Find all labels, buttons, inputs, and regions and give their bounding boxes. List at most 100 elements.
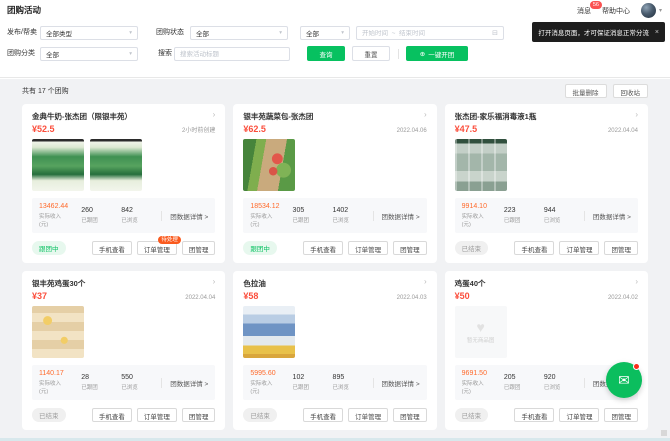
avatar[interactable] [641,3,656,18]
viewed-label: 已浏览 [333,383,361,391]
order-manage-button[interactable]: 订单管理 [348,241,388,255]
order-manage-button[interactable]: 订单管理 [348,408,388,422]
chevron-right-icon[interactable]: › [635,111,638,119]
data-detail-link[interactable]: 团数据详情 > [373,211,420,221]
viewed-value: 920 [544,374,572,381]
status-badge: 跟团中 [32,241,66,255]
group-status-select[interactable]: 全部 ▾ [190,26,288,40]
joined-value: 305 [293,207,321,214]
card-title: 金典牛奶-张杰团（限银丰苑） [32,111,132,122]
group-card: 银丰苑鸡蛋30个 › ¥37 2022.04.04 1140.17实际收入(元)… [22,271,225,430]
phone-view-button[interactable]: 手机查看 [303,408,343,422]
card-date: 2022.04.04 [185,295,215,301]
reset-button-label: 重置 [365,52,378,59]
caret-down-icon: ▾ [279,30,282,36]
income-label: 实际收入(元) [462,379,492,395]
status-badge: 已结束 [243,408,277,422]
phone-view-button[interactable]: 手机查看 [92,408,132,422]
batch-delete-button[interactable]: 批量删除 [565,84,607,98]
total-count-text: 共有 17 个团购 [22,86,69,96]
joined-label: 已跟团 [293,383,321,391]
status-filter-label: 团购状态 [156,26,184,40]
phone-view-button[interactable]: 手机查看 [514,241,554,255]
query-button[interactable]: 查询 [307,46,345,61]
chevron-right-icon[interactable]: › [424,278,427,286]
category-select[interactable]: 全部 ▾ [40,47,138,61]
income-value: 5995.60 [250,370,280,377]
time-scope-select[interactable]: 全部 ▾ [300,26,350,40]
date-range-input[interactable] [362,30,492,37]
order-manage-button[interactable]: 待处理订单管理 [137,241,177,255]
data-detail-link[interactable]: 团数据详情 > [161,211,208,221]
joined-value: 260 [81,207,109,214]
category-value: 全部 [46,49,59,59]
publish-type-select[interactable]: 全部类型 ▾ [40,26,138,40]
income-value: 9914.10 [462,203,492,210]
group-manage-button[interactable]: 团管理 [182,241,216,255]
income-label: 实际收入(元) [250,379,280,395]
product-image [243,139,295,191]
publish-type-value: 全部类型 [46,28,72,38]
group-manage-button[interactable]: 团管理 [604,241,638,255]
plus-circle-icon: ⊕ [420,50,425,58]
phone-view-button[interactable]: 手机查看 [92,241,132,255]
product-image [32,139,84,191]
group-manage-button[interactable]: 团管理 [393,408,427,422]
group-manage-button[interactable]: 团管理 [604,408,638,422]
status-badge: 已结束 [32,408,66,422]
group-manage-button[interactable]: 团管理 [393,241,427,255]
card-stats: 13462.44实际收入(元) 260已跟团 842已浏览 团数据详情 > [32,198,215,233]
unread-dot [633,363,640,370]
divider [398,49,399,59]
messages-tooltip: 打开消息页面，才可保证消息正常分流 × [532,22,665,42]
chevron-right-icon[interactable]: › [635,278,638,286]
viewed-label: 已浏览 [121,383,149,391]
card-title: 鸡蛋40个 [455,278,486,289]
group-manage-button[interactable]: 团管理 [182,408,216,422]
joined-label: 已跟团 [504,216,532,224]
order-manage-button[interactable]: 订单管理 [559,408,599,422]
phone-view-button[interactable]: 手机查看 [303,241,343,255]
order-manage-button[interactable]: 订单管理 [137,408,177,422]
caret-down-icon: ▾ [129,30,132,36]
data-detail-link[interactable]: 团数据详情 > [161,378,208,388]
product-image [243,306,295,358]
viewed-value: 1402 [333,207,361,214]
messages-link[interactable]: 消息 56 [577,6,591,16]
viewed-value: 842 [121,207,149,214]
calendar-icon: ⊟ [492,29,498,37]
income-label: 实际收入(元) [250,212,280,228]
date-range-picker[interactable]: ⊟ [356,26,504,40]
joined-value: 223 [504,207,532,214]
account-menu[interactable]: ▾ [641,3,662,18]
group-status-value: 全部 [196,28,209,38]
chevron-right-icon[interactable]: › [213,111,216,119]
data-detail-link[interactable]: 团数据详情 > [373,378,420,388]
order-manage-button[interactable]: 订单管理 [559,241,599,255]
pending-badge: 待处理 [158,236,181,244]
phone-view-button[interactable]: 手机查看 [514,408,554,422]
product-image [90,139,142,191]
group-card: 银丰苑蔬菜包-张杰团 › ¥62.5 2022.04.06 18534.12实际… [233,104,436,263]
card-date: 2小时前创建 [182,125,215,134]
no-image-placeholder: ♥ 暂无商品图 [455,306,507,358]
one-click-open-group-button[interactable]: ⊕ 一键开团 [406,46,468,61]
heart-icon: ♥ [477,320,485,334]
chevron-right-icon[interactable]: › [424,111,427,119]
content-area: 共有 17 个团购 批量删除 回收站 金典牛奶-张杰团（限银丰苑） › ¥52.… [0,79,670,441]
publish-filter-label: 发布/帮卖 [7,26,37,40]
joined-label: 已跟团 [293,216,321,224]
chat-button[interactable]: ✉ [606,362,642,398]
close-icon[interactable]: × [655,29,659,36]
help-center-link[interactable]: 帮助中心 [602,6,630,16]
viewed-label: 已浏览 [333,216,361,224]
viewed-label: 已浏览 [544,383,572,391]
chevron-right-icon[interactable]: › [213,278,216,286]
search-input[interactable] [174,47,290,61]
reset-button[interactable]: 重置 [352,46,390,61]
card-date: 2022.04.02 [608,295,638,301]
no-image-text: 暂无商品图 [467,336,495,344]
income-label: 实际收入(元) [39,379,69,395]
data-detail-link[interactable]: 团数据详情 > [584,211,631,221]
recycle-bin-button[interactable]: 回收站 [613,84,649,98]
